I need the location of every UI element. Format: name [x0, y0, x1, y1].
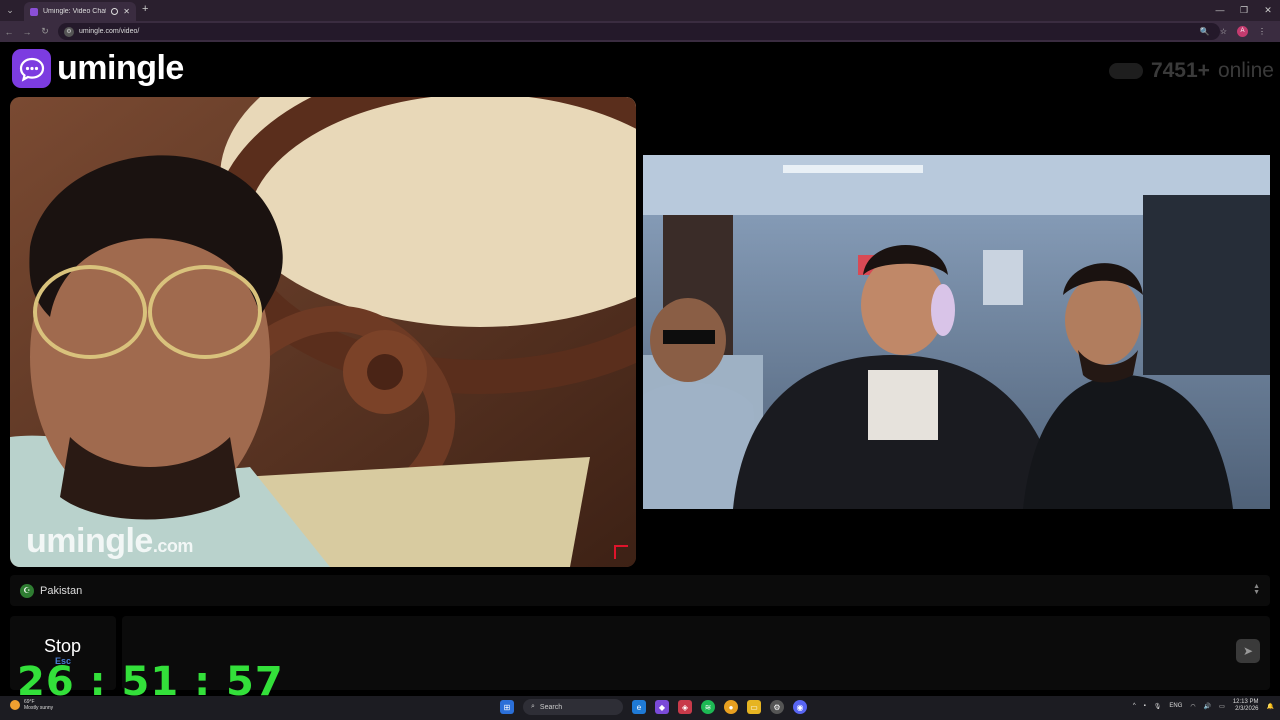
tray-chevron-icon[interactable]: ^ — [1133, 703, 1136, 709]
stop-label: Stop — [44, 636, 82, 656]
volume-icon[interactable]: 🔊 — [1204, 703, 1211, 710]
online-label: online — [1217, 59, 1274, 82]
dropdown-arrows-icon: ▲ ▼ — [1253, 583, 1260, 596]
browser-toolbar: ← → ↻ ⚙ umingle.com/video/ — [0, 21, 1280, 42]
weather-desc: Mostly sunny — [24, 705, 54, 711]
forward-button[interactable]: → — [18, 27, 36, 37]
new-tab-button[interactable]: + — [142, 3, 148, 15]
sun-icon — [10, 700, 20, 710]
maximize-button[interactable]: ❐ — [1232, 0, 1256, 21]
search-icon: ⌕ — [531, 703, 535, 710]
close-window-button[interactable]: ✕ — [1256, 0, 1280, 21]
language-indicator[interactable]: ENG — [1169, 703, 1182, 709]
umingle-watermark: umingle.com — [26, 522, 193, 561]
edge-icon[interactable]: e — [632, 700, 646, 714]
close-tab-icon[interactable]: ✕ — [123, 7, 130, 16]
window-controls: — ❐ ✕ — [1208, 0, 1280, 21]
online-count: 7451+ — [1150, 59, 1210, 82]
site-logo[interactable]: umingle — [12, 49, 184, 88]
battery-icon[interactable]: ▭ — [1219, 703, 1225, 710]
office-icon[interactable]: ◈ — [678, 700, 692, 714]
file-explorer-icon[interactable]: ▭ — [747, 700, 761, 714]
browser-tab[interactable]: Umingle: Video Chat with S ✕ — [24, 2, 136, 21]
chat-input[interactable] — [122, 616, 1270, 690]
local-video — [10, 97, 636, 567]
site-info-icon[interactable]: ⚙ — [64, 26, 74, 37]
tab-list-icon[interactable]: ⌄ — [0, 0, 20, 21]
copilot-icon[interactable]: ◆ — [655, 700, 669, 714]
online-counter: 7451+ online — [1108, 59, 1274, 83]
menu-dots-icon[interactable]: ⋮ — [1258, 27, 1266, 36]
remote-video — [643, 155, 1270, 509]
address-bar[interactable]: ⚙ umingle.com/video/ — [58, 23, 1220, 40]
tab-title: Umingle: Video Chat with S — [43, 8, 107, 15]
report-flag-icon[interactable] — [614, 545, 628, 559]
weather-widget[interactable]: 69°F Mostly sunny — [10, 699, 53, 711]
discord-icon[interactable]: ◉ — [793, 700, 807, 714]
weather-text: 69°F Mostly sunny — [24, 699, 53, 711]
online-toggle[interactable] — [1108, 63, 1143, 79]
wifi-icon[interactable]: ◠ — [1190, 703, 1195, 710]
country-selector[interactable]: ☪ Pakistan ▲ ▼ — [10, 575, 1270, 606]
bookmark-star-icon[interactable]: ☆ — [1220, 27, 1227, 36]
taskbar-search[interactable]: ⌕ Search — [523, 699, 623, 715]
clock-date: 2/3/2026 — [1235, 706, 1259, 712]
profile-avatar[interactable]: A — [1237, 26, 1248, 37]
watermark-main: umingle — [26, 522, 153, 560]
clock[interactable]: 12:13 PM 2/3/2026 — [1233, 699, 1259, 713]
chrome-icon[interactable]: ● — [724, 700, 738, 714]
pakistan-flag-icon: ☪ — [20, 583, 34, 598]
taskbar-apps: ⊞ ⌕ Search e ◆ ◈ ≋ ● ▭ ⚙ ◉ — [500, 699, 807, 715]
notification-bell-icon[interactable]: 🔔 — [1267, 703, 1274, 710]
logo-text: umingle — [57, 49, 184, 87]
windows-start-icon[interactable]: ⊞ — [500, 700, 514, 714]
system-tray: ^ ▪ 🎙 ENG ◠ 🔊 ▭ 12:13 PM 2/3/2026 🔔 — [1133, 699, 1274, 713]
recording-icon — [111, 8, 119, 15]
browser-tab-bar: ⌄ Umingle: Video Chat with S ✕ + — ❐ ✕ — [0, 0, 1280, 21]
url-text: umingle.com/video/ — [79, 28, 140, 35]
send-icon[interactable]: ➤ — [1236, 639, 1260, 663]
umingle-favicon — [30, 7, 38, 16]
toolbar-actions: 🔍 ☆ A ⋮ — [1200, 21, 1266, 42]
search-label: Search — [539, 703, 563, 711]
chat-bubble-icon — [12, 49, 51, 88]
minimize-button[interactable]: — — [1208, 0, 1232, 21]
clock-time: 12:13 PM — [1232, 699, 1259, 705]
spotify-icon[interactable]: ≋ — [701, 700, 715, 714]
nvidia-icon[interactable]: ▪ — [1144, 703, 1146, 709]
country-name: Pakistan — [40, 584, 83, 597]
watermark-suffix: .com — [152, 536, 194, 556]
settings-gear-icon[interactable]: ⚙ — [770, 700, 784, 714]
reload-button[interactable]: ↻ — [36, 26, 54, 37]
zoom-icon[interactable]: 🔍 — [1200, 27, 1210, 36]
back-button[interactable]: ← — [0, 27, 18, 37]
mic-icon[interactable]: 🎙 — [1154, 703, 1162, 710]
